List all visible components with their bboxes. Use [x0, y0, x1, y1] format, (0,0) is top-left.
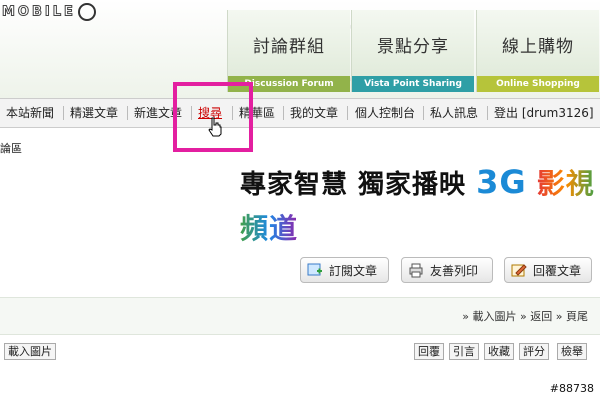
nav-logout[interactable]: 登出 [drum3126]	[494, 99, 594, 127]
reply-button[interactable]: 回覆	[414, 343, 444, 360]
tab-label-cn: 討論群組	[253, 37, 325, 57]
banner-text: 專家智慧 獨家播映	[240, 170, 467, 200]
page-bottom-link[interactable]: » 頁尾	[556, 310, 588, 323]
reply-article-label: 回覆文章	[533, 264, 582, 278]
tab-discussion-forum[interactable]: 討論群組 Discussion Forum	[227, 10, 350, 92]
report-button[interactable]: 檢舉	[557, 343, 587, 360]
printer-icon	[409, 263, 423, 278]
reply-article-button[interactable]: 回覆文章	[504, 257, 592, 283]
back-link[interactable]: » 返回	[520, 310, 552, 323]
reply-pencil-icon	[511, 264, 527, 277]
thread-links: » 載入圖片 » 返回 » 頁尾	[462, 308, 588, 324]
nav-divider	[127, 106, 128, 120]
nav-divider	[423, 106, 424, 120]
logo-ring-icon	[77, 3, 96, 21]
site-header: MOBILE 討論群組 Discussion Forum 景點分享 Vista …	[0, 0, 600, 98]
promo-banner[interactable]: 專家智慧 獨家播映 3G 影視頻道	[240, 160, 600, 245]
load-images-link[interactable]: » 載入圖片	[462, 310, 516, 323]
nav-divider	[283, 106, 284, 120]
banner-3g-logo: 3G	[476, 163, 527, 201]
subscribe-button[interactable]: 訂閱文章	[300, 257, 389, 283]
tab-label-en: Online Shopping	[477, 76, 599, 92]
nav-my-posts[interactable]: 我的文章	[290, 99, 338, 127]
nav-divider	[63, 106, 64, 120]
nav-control-panel[interactable]: 個人控制台	[355, 99, 415, 127]
hand-cursor-icon	[207, 117, 223, 142]
nav-news[interactable]: 本站新聞	[6, 99, 54, 127]
subscribe-label: 訂閱文章	[329, 264, 378, 278]
quote-button[interactable]: 引言	[449, 343, 479, 360]
tab-label-cn: 景點分享	[377, 37, 449, 57]
print-label: 友善列印	[430, 264, 479, 278]
rate-button[interactable]: 評分	[519, 343, 549, 360]
favorite-button[interactable]: 收藏	[484, 343, 514, 360]
tab-online-shopping[interactable]: 線上購物 Online Shopping	[476, 10, 599, 92]
print-button[interactable]: 友善列印	[401, 257, 493, 283]
nav-private-messages[interactable]: 私人訊息	[430, 99, 478, 127]
breadcrumb[interactable]: 論區	[0, 140, 22, 156]
post-id[interactable]: #88738	[550, 382, 594, 395]
nav-featured[interactable]: 精選文章	[70, 99, 118, 127]
tab-label-cn: 線上購物	[502, 37, 574, 57]
site-logo[interactable]: MOBILE	[2, 3, 96, 21]
tab-vista-point-sharing[interactable]: 景點分享 Vista Point Sharing	[351, 10, 474, 92]
thread-toolbar: » 載入圖片 » 返回 » 頁尾	[0, 297, 600, 335]
load-images-button[interactable]: 載入圖片	[4, 343, 56, 360]
nav-divider	[347, 106, 348, 120]
tab-label-en: Vista Point Sharing	[352, 76, 474, 92]
main-nav: 本站新聞 精選文章 新進文章 搜尋 精華區 我的文章 個人控制台 私人訊息 登出…	[0, 98, 600, 128]
nav-divider	[487, 106, 488, 120]
subscribe-icon	[307, 263, 322, 276]
